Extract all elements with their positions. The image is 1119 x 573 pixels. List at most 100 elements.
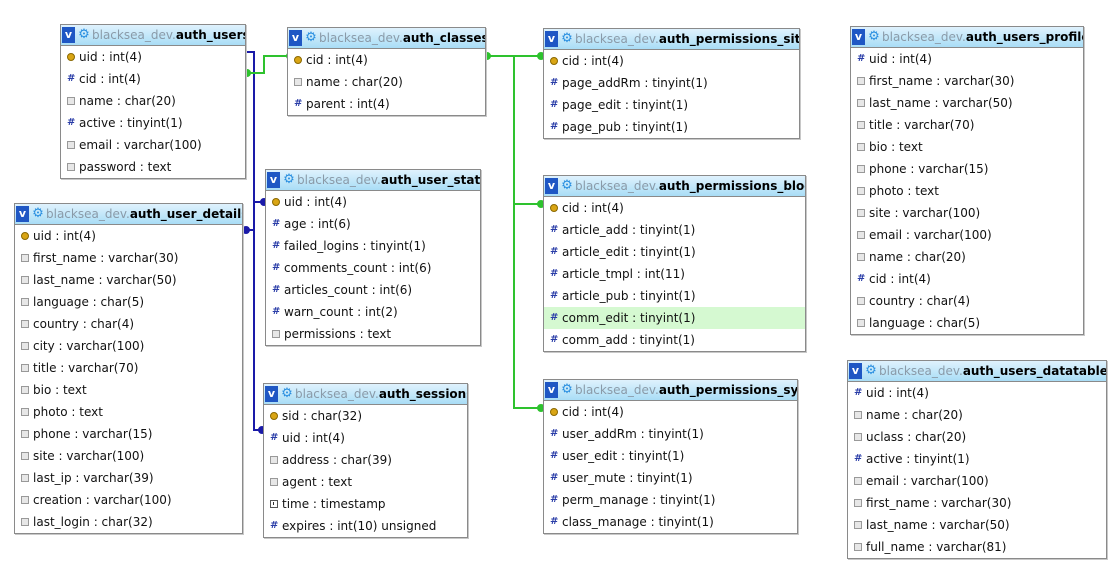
column-row[interactable]: # article_add : tinyint(1): [544, 219, 805, 241]
collapse-toggle-icon[interactable]: v: [267, 172, 280, 188]
table-gear-icon[interactable]: ⚙: [78, 28, 90, 41]
column-row[interactable]: # perm_manage : tinyint(1): [544, 489, 797, 511]
column-row[interactable]: last_login : char(32): [15, 511, 242, 533]
table-gear-icon[interactable]: ⚙: [561, 32, 573, 45]
collapse-toggle-icon[interactable]: v: [16, 206, 29, 222]
table-gear-icon[interactable]: ⚙: [283, 173, 295, 186]
collapse-toggle-icon[interactable]: v: [545, 31, 558, 47]
column-row[interactable]: # articles_count : int(6): [266, 279, 480, 301]
column-row[interactable]: title : varchar(70): [851, 114, 1083, 136]
table-header[interactable]: v ⚙ blacksea_dev.auth_user_stats: [266, 170, 480, 191]
column-row[interactable]: # cid : int(4): [61, 68, 245, 90]
column-row[interactable]: # class_manage : tinyint(1): [544, 511, 797, 533]
column-row[interactable]: # user_edit : tinyint(1): [544, 445, 797, 467]
table-header[interactable]: v ⚙ blacksea_dev.auth_classes: [288, 28, 485, 49]
column-row[interactable]: site : varchar(100): [15, 445, 242, 467]
column-row[interactable]: photo : text: [851, 180, 1083, 202]
column-row[interactable]: creation : varchar(100): [15, 489, 242, 511]
column-row[interactable]: phone : varchar(15): [15, 423, 242, 445]
table-gear-icon[interactable]: ⚙: [561, 383, 573, 396]
column-row[interactable]: # comments_count : int(6): [266, 257, 480, 279]
table-header[interactable]: v ⚙ blacksea_dev.auth_permissions_sys: [544, 380, 797, 401]
column-row[interactable]: uclass : char(20): [848, 426, 1106, 448]
table-header[interactable]: v ⚙ blacksea_dev.auth_permissions_blog: [544, 176, 805, 197]
column-row[interactable]: phone : varchar(15): [851, 158, 1083, 180]
column-row[interactable]: uid : int(4): [266, 191, 480, 213]
table-header[interactable]: v ⚙ blacksea_dev.auth_user_details: [15, 204, 242, 225]
column-row[interactable]: city : varchar(100): [15, 335, 242, 357]
table-auth-users[interactable]: v ⚙ blacksea_dev.auth_users uid : int(4) # ci…: [60, 24, 246, 179]
column-row[interactable]: cid : int(4): [544, 50, 799, 72]
column-row[interactable]: # cid : int(4): [851, 268, 1083, 290]
column-row[interactable]: # uid : int(4): [264, 427, 467, 449]
collapse-toggle-icon[interactable]: v: [265, 386, 278, 402]
table-header[interactable]: v ⚙ blacksea_dev.auth_users: [61, 25, 245, 46]
column-row[interactable]: # user_mute : tinyint(1): [544, 467, 797, 489]
column-row[interactable]: time : timestamp: [264, 493, 467, 515]
column-row[interactable]: # warn_count : int(2): [266, 301, 480, 323]
table-auth-users-datatables[interactable]: v ⚙ blacksea_dev.auth_users_datatables # uid…: [847, 360, 1107, 559]
column-row[interactable]: # article_tmpl : int(11): [544, 263, 805, 285]
table-auth-classes[interactable]: v ⚙ blacksea_dev.auth_classes cid : int(4) n…: [287, 27, 486, 116]
column-row[interactable]: # page_addRm : tinyint(1): [544, 72, 799, 94]
table-gear-icon[interactable]: ⚙: [32, 207, 44, 220]
column-row[interactable]: cid : int(4): [544, 401, 797, 423]
column-row[interactable]: email : varchar(100): [848, 470, 1106, 492]
column-row[interactable]: last_ip : varchar(39): [15, 467, 242, 489]
column-row[interactable]: # article_edit : tinyint(1): [544, 241, 805, 263]
column-row[interactable]: # uid : int(4): [848, 382, 1106, 404]
column-row[interactable]: cid : int(4): [544, 197, 805, 219]
column-row[interactable]: password : text: [61, 156, 245, 178]
collapse-toggle-icon[interactable]: v: [545, 178, 558, 194]
column-row[interactable]: permissions : text: [266, 323, 480, 345]
column-row[interactable]: agent : text: [264, 471, 467, 493]
table-auth-permissions-blog[interactable]: v ⚙ blacksea_dev.auth_permissions_blog cid …: [543, 175, 806, 352]
column-row[interactable]: full_name : varchar(81): [848, 536, 1106, 558]
column-row[interactable]: photo : text: [15, 401, 242, 423]
column-row[interactable]: last_name : varchar(50): [851, 92, 1083, 114]
column-row[interactable]: # age : int(6): [266, 213, 480, 235]
column-row[interactable]: first_name : varchar(30): [15, 247, 242, 269]
column-row[interactable]: email : varchar(100): [851, 224, 1083, 246]
collapse-toggle-icon[interactable]: v: [289, 30, 302, 46]
column-row[interactable]: # active : tinyint(1): [848, 448, 1106, 470]
column-row[interactable]: email : varchar(100): [61, 134, 245, 156]
table-auth-permissions-site[interactable]: v ⚙ blacksea_dev.auth_permissions_site cid …: [543, 28, 800, 139]
collapse-toggle-icon[interactable]: v: [849, 363, 862, 379]
table-header[interactable]: v ⚙ blacksea_dev.auth_sessions: [264, 384, 467, 405]
column-row[interactable]: # failed_logins : tinyint(1): [266, 235, 480, 257]
column-row[interactable]: name : char(20): [288, 71, 485, 93]
column-row[interactable]: bio : text: [851, 136, 1083, 158]
column-row[interactable]: language : char(5): [851, 312, 1083, 334]
column-row[interactable]: language : char(5): [15, 291, 242, 313]
column-row[interactable]: sid : char(32): [264, 405, 467, 427]
column-row[interactable]: # user_addRm : tinyint(1): [544, 423, 797, 445]
column-row[interactable]: name : char(20): [61, 90, 245, 112]
column-row[interactable]: uid : int(4): [15, 225, 242, 247]
collapse-toggle-icon[interactable]: v: [62, 27, 75, 43]
table-gear-icon[interactable]: ⚙: [868, 30, 880, 43]
column-row[interactable]: first_name : varchar(30): [848, 492, 1106, 514]
table-gear-icon[interactable]: ⚙: [561, 179, 573, 192]
column-row[interactable]: # page_edit : tinyint(1): [544, 94, 799, 116]
column-row[interactable]: country : char(4): [15, 313, 242, 335]
table-auth-sessions[interactable]: v ⚙ blacksea_dev.auth_sessions sid : char(3…: [263, 383, 468, 538]
column-row[interactable]: # parent : int(4): [288, 93, 485, 115]
column-row[interactable]: # article_pub : tinyint(1): [544, 285, 805, 307]
column-row[interactable]: # comm_edit : tinyint(1): [544, 307, 805, 329]
table-header[interactable]: v ⚙ blacksea_dev.auth_users_datatables: [848, 361, 1106, 382]
column-row[interactable]: # active : tinyint(1): [61, 112, 245, 134]
collapse-toggle-icon[interactable]: v: [852, 29, 865, 45]
column-row[interactable]: # page_pub : tinyint(1): [544, 116, 799, 138]
column-row[interactable]: country : char(4): [851, 290, 1083, 312]
table-auth-user-stats[interactable]: v ⚙ blacksea_dev.auth_user_stats uid : int(…: [265, 169, 481, 346]
table-header[interactable]: v ⚙ blacksea_dev.auth_permissions_site: [544, 29, 799, 50]
table-gear-icon[interactable]: ⚙: [305, 31, 317, 44]
column-row[interactable]: # uid : int(4): [851, 48, 1083, 70]
column-row[interactable]: uid : int(4): [61, 46, 245, 68]
column-row[interactable]: bio : text: [15, 379, 242, 401]
table-gear-icon[interactable]: ⚙: [865, 364, 877, 377]
collapse-toggle-icon[interactable]: v: [545, 382, 558, 398]
column-row[interactable]: last_name : varchar(50): [15, 269, 242, 291]
table-auth-permissions-sys[interactable]: v ⚙ blacksea_dev.auth_permissions_sys cid :…: [543, 379, 798, 534]
